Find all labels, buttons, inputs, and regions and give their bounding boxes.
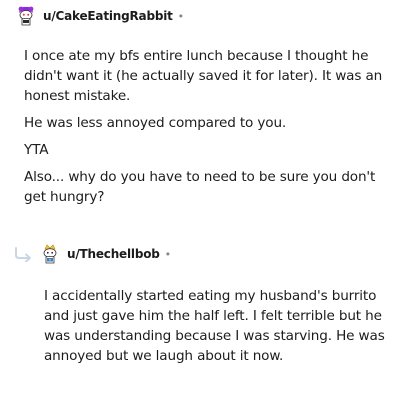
snoo-avatar-purple-hair-icon[interactable] <box>15 5 37 27</box>
comment-body: I once ate my bfs entire lunch because I… <box>24 46 388 207</box>
snoo-avatar-crown-icon[interactable] <box>39 243 61 265</box>
comment-body: I accidentally started eating my husband… <box>44 286 388 366</box>
comment-paragraph: I once ate my bfs entire lunch because I… <box>24 48 383 104</box>
comment-paragraph: Also... why do you have to need to be su… <box>24 169 376 205</box>
separator-dot: • <box>177 9 185 23</box>
comment-paragraph: He was less annoyed compared to you. <box>24 115 287 131</box>
comment-author[interactable]: u/Thechellbob <box>67 247 160 261</box>
comment-paragraph: I accidentally started eating my husband… <box>44 288 385 364</box>
comment-author[interactable]: u/CakeEatingRabbit <box>43 9 173 23</box>
comment-header: u/Thechellbob • <box>39 243 171 265</box>
comment-header: u/CakeEatingRabbit • <box>15 5 184 27</box>
separator-dot: • <box>164 247 172 261</box>
comment-paragraph: YTA <box>24 142 49 158</box>
reply-arrow-icon <box>13 246 35 263</box>
